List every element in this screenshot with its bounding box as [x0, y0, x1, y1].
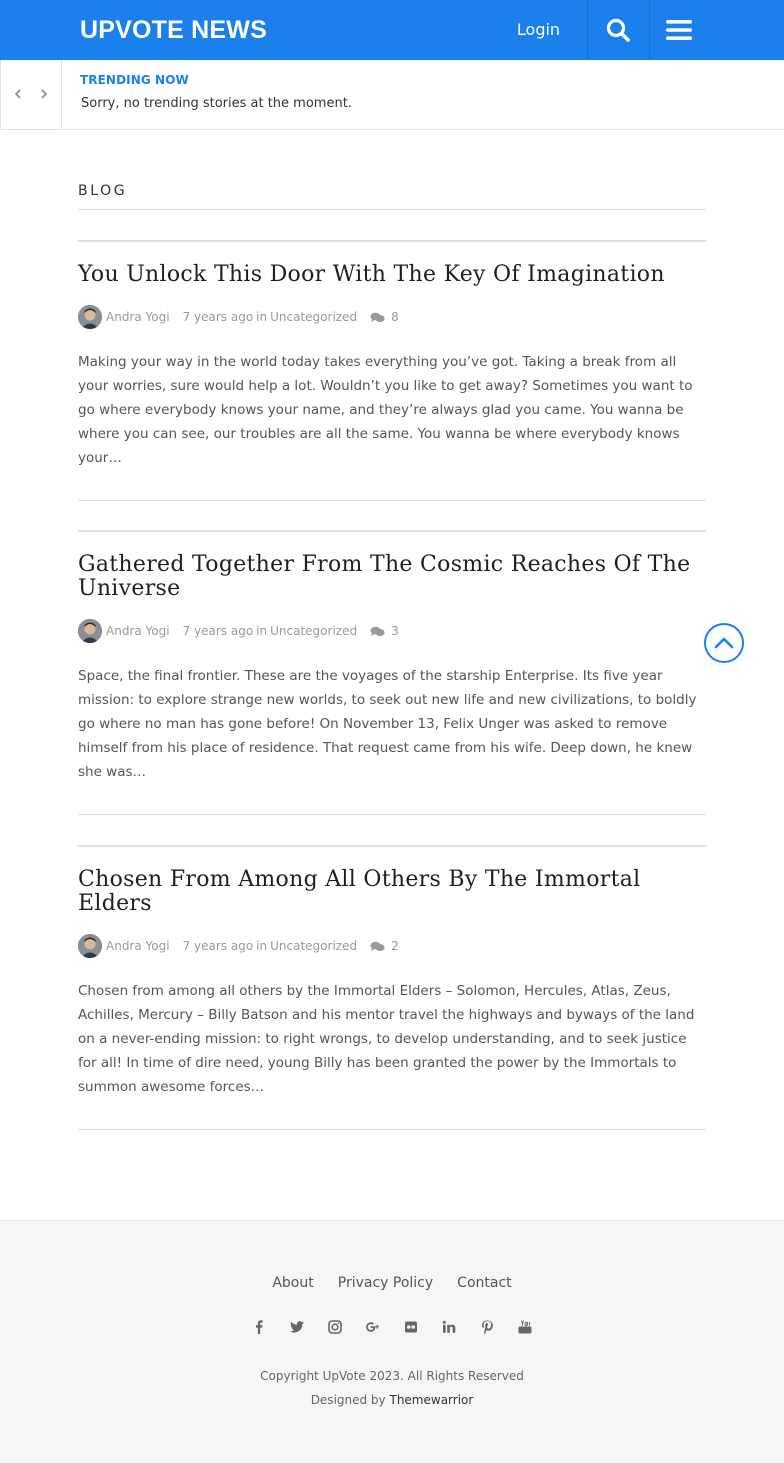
trending-prev-button[interactable]: [14, 85, 22, 104]
post-comments[interactable]: 2: [370, 939, 399, 953]
divider: [78, 845, 706, 847]
post-date: 7 years ago: [182, 624, 254, 638]
footer-nav: About Privacy Policy Contact: [0, 1275, 784, 1291]
site-footer: About Privacy Policy Contact Copyright U…: [0, 1220, 784, 1463]
footer-link-privacy-policy[interactable]: Privacy Policy: [338, 1275, 433, 1291]
youtube-icon[interactable]: [517, 1319, 533, 1335]
post-author[interactable]: Andra Yogi: [106, 624, 170, 638]
footer-link-about[interactable]: About: [272, 1275, 313, 1291]
google-plus-icon[interactable]: [365, 1319, 381, 1335]
chevron-up-icon: [714, 637, 734, 649]
divider: [78, 240, 706, 242]
comments-icon: [370, 312, 385, 322]
copyright-text: Copyright UpVote 2023. All Rights Reserv…: [260, 1369, 524, 1383]
post-title[interactable]: Gathered Together From The Cosmic Reache…: [78, 553, 706, 601]
designed-by-label: Designed by: [310, 1393, 386, 1407]
flickr-icon[interactable]: [403, 1319, 419, 1335]
designer-link[interactable]: Themewarrior: [389, 1393, 473, 1407]
back-to-top-button[interactable]: [704, 623, 744, 663]
search-button[interactable]: [588, 0, 648, 60]
avatar[interactable]: [78, 934, 102, 958]
linkedin-icon[interactable]: [441, 1319, 457, 1335]
post-item: Gathered Together From The Cosmic Reache…: [78, 553, 706, 783]
post-item: Chosen From Among All Others By The Immo…: [78, 868, 706, 1098]
trending-next-button[interactable]: [40, 85, 48, 104]
facebook-icon[interactable]: [251, 1319, 267, 1335]
post-excerpt: Chosen from among all others by the Immo…: [78, 983, 695, 1095]
post-item: You Unlock This Door With The Key Of Ima…: [78, 263, 706, 466]
post-meta: Andra Yogi 7 years ago in Uncategorized …: [78, 305, 399, 329]
blog-heading: BLOG: [78, 183, 128, 199]
top-header: UPVOTE NEWS Login: [0, 0, 784, 60]
post-category[interactable]: Uncategorized: [270, 310, 357, 324]
post-category[interactable]: Uncategorized: [270, 624, 357, 638]
chevron-right-icon: [41, 89, 48, 99]
post-title[interactable]: Chosen From Among All Others By The Immo…: [78, 868, 706, 916]
instagram-icon[interactable]: [327, 1319, 343, 1335]
post-date: 7 years ago: [182, 310, 254, 324]
divider: [78, 209, 706, 210]
search-icon: [606, 18, 630, 42]
post-date: 7 years ago: [182, 939, 254, 953]
twitter-icon[interactable]: [289, 1319, 305, 1335]
trending-label: TRENDING NOW: [80, 73, 189, 87]
site-logo[interactable]: UPVOTE NEWS: [80, 14, 267, 46]
divider: [78, 500, 706, 501]
post-meta: Andra Yogi 7 years ago in Uncategorized …: [78, 619, 399, 643]
avatar[interactable]: [78, 305, 102, 329]
designed-by: Designed by Themewarrior: [0, 1393, 784, 1407]
comments-icon: [370, 626, 385, 636]
trending-bar: TRENDING NOW Sorry, no trending stories …: [0, 60, 784, 130]
login-button[interactable]: Login: [490, 0, 587, 60]
post-comment-count: 3: [391, 624, 399, 638]
post-title[interactable]: You Unlock This Door With The Key Of Ima…: [78, 263, 706, 287]
pinterest-icon[interactable]: [479, 1319, 495, 1335]
footer-link-contact[interactable]: Contact: [457, 1275, 511, 1291]
trending-nav: [0, 60, 62, 130]
hamburger-menu-icon: [666, 20, 692, 40]
post-in-label: in: [256, 310, 268, 324]
menu-button[interactable]: [649, 0, 709, 60]
post-author[interactable]: Andra Yogi: [106, 939, 170, 953]
social-links: [0, 1319, 784, 1335]
chevron-left-icon: [14, 89, 21, 99]
post-comments[interactable]: 8: [370, 310, 399, 324]
post-in-label: in: [256, 939, 268, 953]
divider: [78, 1129, 706, 1130]
post-comment-count: 8: [391, 310, 399, 324]
comments-icon: [370, 941, 385, 951]
avatar[interactable]: [78, 619, 102, 643]
post-comment-count: 2: [391, 939, 399, 953]
divider: [78, 530, 706, 532]
post-in-label: in: [256, 624, 268, 638]
post-excerpt: Space, the final frontier. These are the…: [78, 668, 697, 780]
post-category[interactable]: Uncategorized: [270, 939, 357, 953]
trending-text: Sorry, no trending stories at the moment…: [81, 96, 352, 111]
post-author[interactable]: Andra Yogi: [106, 310, 170, 324]
post-comments[interactable]: 3: [370, 624, 399, 638]
post-excerpt: Making your way in the world today takes…: [78, 354, 693, 466]
post-meta: Andra Yogi 7 years ago in Uncategorized …: [78, 934, 399, 958]
divider: [78, 814, 706, 815]
